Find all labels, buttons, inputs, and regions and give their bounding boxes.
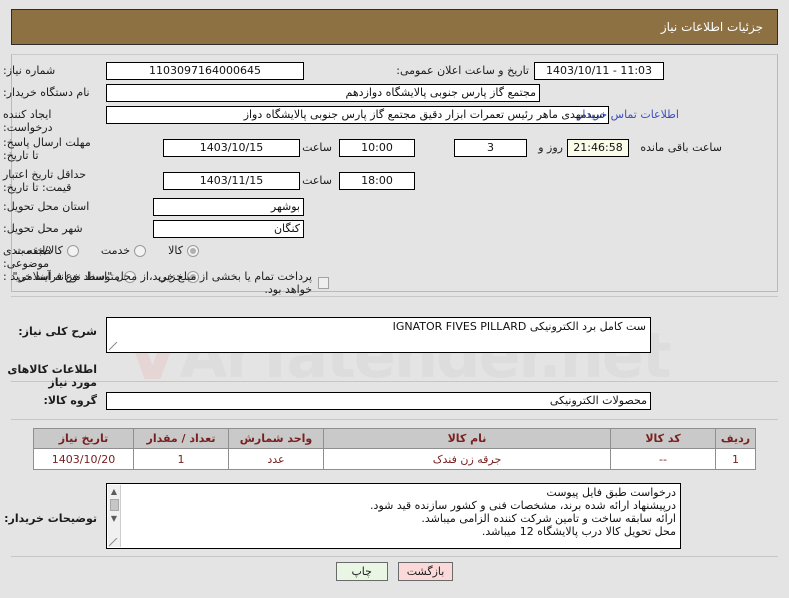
- response-deadline-days-label: روز و: [538, 141, 563, 154]
- treasury-bond-checkbox[interactable]: [318, 277, 329, 289]
- cell-unit: عدد: [228, 448, 324, 470]
- province-value: بوشهر: [153, 198, 304, 216]
- buyer-notes-line-1: درخواست طبق فایل پیوست: [546, 486, 676, 499]
- col-header-need-date: تاریخ نیاز: [33, 428, 134, 449]
- buyer-notes-line-3: ارائه سابقه ساخت و تامین شرکت کننده الزا…: [421, 512, 676, 525]
- radio-icon-kala[interactable]: [187, 244, 199, 257]
- print-button[interactable]: چاپ: [335, 562, 388, 581]
- back-button[interactable]: بازگشت: [397, 562, 454, 581]
- section-divider-goods: [11, 381, 778, 382]
- response-deadline-remaining-label: ساعت باقی مانده: [640, 141, 722, 154]
- page-root: V ArTatender.net جزئیات اطلاعات نیاز شما…: [0, 0, 789, 598]
- price-validity-time: 18:00: [339, 172, 415, 190]
- section-divider-table: [11, 419, 778, 420]
- general-description-label: شرح کلی نیاز:: [18, 325, 97, 338]
- page-title-label: جزئیات اطلاعات نیاز: [660, 20, 763, 34]
- scroll-thumb[interactable]: [109, 499, 119, 511]
- radio-icon-kala-khedmat[interactable]: [66, 244, 79, 257]
- price-validity-date: 1403/11/15: [163, 172, 300, 190]
- province-label: استان محل تحویل:: [3, 200, 90, 213]
- resize-grip-icon-notes[interactable]: [109, 538, 118, 547]
- action-buttons: بازگشت چاپ: [0, 562, 789, 581]
- goods-table: ردیف کد کالا نام کالا واحد شمارش تعداد /…: [33, 428, 756, 470]
- goods-section-title: اطلاعات کالاهای مورد نیاز: [7, 363, 97, 389]
- requester-label-row: ایجاد کننده درخواست:: [3, 108, 99, 134]
- resize-grip-icon[interactable]: [109, 342, 118, 351]
- cell-need-date: 1403/10/20: [33, 448, 134, 470]
- treasury-bond-checkbox-label: پرداخت تمام یا بخشی از مبلغ خرید،از محل …: [12, 270, 313, 296]
- table-row: 1 -- جرقه زن فندک عدد 1 1403/10/20: [33, 448, 756, 470]
- general-description-label-row: شرح کلی نیاز:: [18, 325, 97, 338]
- buyer-notes-label-row: توضیحات خریدار:: [4, 512, 97, 525]
- need-number-value: 1103097164000645: [106, 62, 304, 80]
- buyer-notes-line-2: درپیشنهاد ارائه شده برند، مشخصات فنی و ک…: [370, 499, 676, 512]
- buyer-notes-label: توضیحات خریدار:: [4, 512, 97, 525]
- section-divider-description: [11, 296, 778, 297]
- city-value: کنگان: [153, 220, 304, 238]
- radio-option-khedmat[interactable]: خدمت: [100, 244, 147, 257]
- response-deadline-label-row: مهلت ارسال پاسخ: تا تاریخ:: [3, 136, 99, 162]
- cell-qty: 1: [133, 448, 229, 470]
- city-label: شهر محل تحویل:: [3, 222, 83, 235]
- buyer-org-label: نام دستگاه خریدار:: [3, 86, 90, 99]
- need-number-label-row: شماره نیاز:: [3, 64, 99, 77]
- goods-group-value: محصولات الکترونیکی: [106, 392, 651, 410]
- response-deadline-label: مهلت ارسال پاسخ: تا تاریخ:: [3, 136, 91, 162]
- price-validity-time-label: ساعت: [302, 174, 332, 187]
- col-header-name: نام کالا: [323, 428, 611, 449]
- col-header-row-no: ردیف: [715, 428, 756, 449]
- province-label-row: استان محل تحویل:: [3, 200, 99, 213]
- radio-option-kala[interactable]: کالا: [168, 244, 199, 257]
- general-description-textarea[interactable]: ست کامل برد الکترونیکی IGNATOR FIVES PIL…: [106, 317, 651, 353]
- cell-code: --: [610, 448, 716, 470]
- need-number-label: شماره نیاز:: [3, 64, 56, 77]
- announce-datetime-label: تاریخ و ساعت اعلان عمومی:: [396, 64, 529, 77]
- response-deadline-remaining: 21:46:58: [567, 139, 629, 157]
- cell-row-no: 1: [715, 448, 756, 470]
- page-title: جزئیات اطلاعات نیاز: [11, 9, 778, 45]
- radio-option-kala-khedmat[interactable]: کالا/خدمت: [15, 244, 79, 257]
- goods-table-header-row: ردیف کد کالا نام کالا واحد شمارش تعداد /…: [33, 428, 756, 449]
- col-header-unit: واحد شمارش: [228, 428, 324, 449]
- scroll-down-icon[interactable]: ▼: [111, 514, 117, 523]
- buyer-org-label-row: نام دستگاه خریدار:: [3, 86, 99, 99]
- section-divider-buttons: [11, 556, 778, 557]
- radio-label-kala: کالا: [168, 244, 183, 257]
- price-validity-label-row: حداقل تاریخ اعتبار قیمت: تا تاریخ:: [3, 168, 99, 194]
- buyer-contact-link[interactable]: اطلاعات تماس خریدار: [577, 108, 679, 121]
- announce-datetime-value: 11:03 - 1403/10/11: [534, 62, 664, 80]
- cell-name: جرقه زن فندک: [323, 448, 611, 470]
- response-deadline-time-label: ساعت: [302, 141, 332, 154]
- general-description-value: ست کامل برد الکترونیکی IGNATOR FIVES PIL…: [392, 320, 646, 333]
- col-header-qty: تعداد / مقدار: [133, 428, 229, 449]
- radio-label-khedmat: خدمت: [100, 244, 131, 257]
- announce-datetime-label-row: تاریخ و ساعت اعلان عمومی:: [396, 64, 529, 77]
- requester-label: ایجاد کننده درخواست:: [3, 108, 53, 134]
- buyer-notes-line-4: محل تحویل کالا درب پالایشگاه 12 میباشد.: [481, 525, 676, 538]
- goods-group-label-row: گروه کالا:: [43, 394, 97, 407]
- price-validity-label: حداقل تاریخ اعتبار قیمت: تا تاریخ:: [3, 168, 87, 194]
- response-deadline-date: 1403/10/15: [163, 139, 300, 157]
- radio-icon-khedmat[interactable]: [134, 244, 147, 257]
- buyer-notes-textarea[interactable]: درخواست طبق فایل پیوست درپیشنهاد ارائه ش…: [106, 483, 681, 549]
- goods-group-label: گروه کالا:: [43, 394, 97, 407]
- radio-label-kala-khedmat: کالا/خدمت: [15, 244, 63, 257]
- requester-value: سیدمهدی ماهر رئیس تعمرات ابزار دقیق مجتم…: [106, 106, 609, 124]
- response-deadline-time: 10:00: [339, 139, 415, 157]
- col-header-code: کد کالا: [610, 428, 716, 449]
- scroll-up-icon[interactable]: ▲: [111, 487, 117, 496]
- buyer-org-value: مجتمع گاز پارس جنوبی پالایشگاه دوازدهم: [106, 84, 540, 102]
- response-deadline-days: 3: [454, 139, 527, 157]
- city-label-row: شهر محل تحویل:: [3, 222, 99, 235]
